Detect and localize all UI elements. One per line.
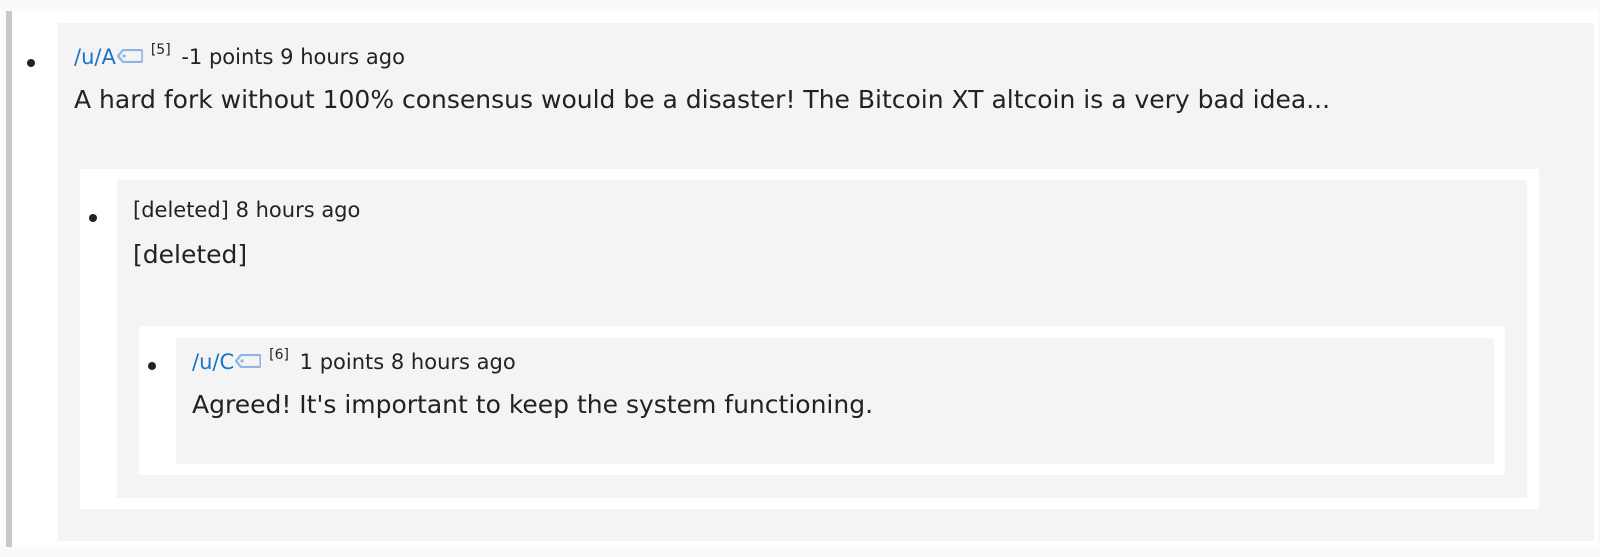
tag-icon[interactable] <box>235 348 262 374</box>
comment-2-text: [deleted] <box>133 240 248 269</box>
username-link[interactable]: /u/C <box>192 350 234 374</box>
timestamp: 8 hours ago <box>235 198 361 222</box>
timestamp: 9 hours ago <box>280 45 405 69</box>
list-bullet <box>148 362 156 370</box>
reference-number: [6] <box>269 347 289 363</box>
comment-1-text: A hard fork without 100% consensus would… <box>74 85 1331 114</box>
comment-thread: /u/A [5] -1 points 9 hours ago A hard for… <box>6 11 1598 547</box>
list-bullet <box>27 59 35 67</box>
points: -1 points <box>181 45 274 69</box>
username-link[interactable]: /u/A <box>74 45 116 69</box>
author-deleted: [deleted] <box>133 198 229 222</box>
comment-3-text: Agreed! It's important to keep the syste… <box>192 390 874 419</box>
points: 1 points <box>299 350 385 374</box>
list-bullet <box>89 214 97 222</box>
timestamp: 8 hours ago <box>390 350 516 374</box>
comment-3-header: /u/C [6] 1 points 8 hours ago <box>192 344 516 376</box>
tag-icon[interactable] <box>116 43 144 69</box>
comment-1-header: /u/A [5] -1 points 9 hours ago <box>74 39 405 71</box>
comment-2-header: [deleted] 8 hours ago <box>133 197 360 223</box>
reference-number: [5] <box>150 42 171 58</box>
